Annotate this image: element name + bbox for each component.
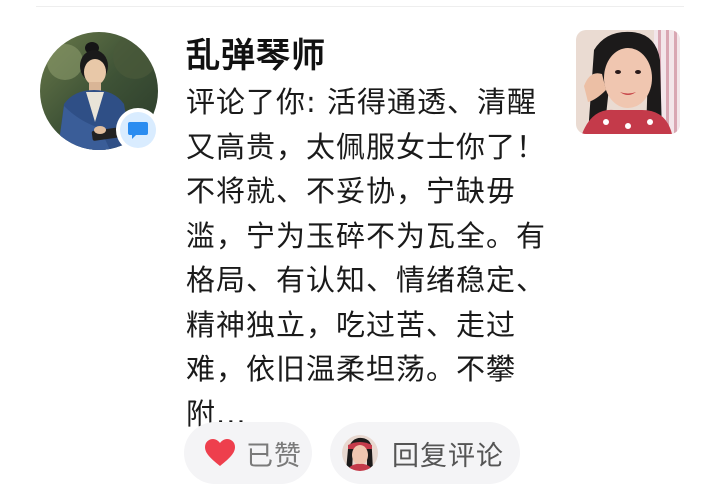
thumbnail-image (576, 30, 680, 134)
divider (36, 6, 684, 7)
avatar-container[interactable] (40, 32, 160, 152)
like-label: 已赞 (246, 440, 302, 472)
like-button[interactable]: 已赞 (184, 422, 312, 484)
reply-label: 回复评论 (392, 440, 504, 472)
user-avatar-icon (342, 435, 378, 471)
notification-card[interactable]: 乱弹琴师 评论了你: 活得通透、清醒又高贵，太佩服女士你了！不将就、不妥协，宁缺… (0, 0, 720, 500)
comment-badge (116, 108, 160, 152)
comment-text[interactable]: 评论了你: 活得通透、清醒又高贵，太佩服女士你了！不将就、不妥协，宁缺毋滥，宁为… (186, 80, 546, 436)
comment-bubble-icon (128, 122, 148, 139)
heart-icon (205, 439, 235, 466)
username[interactable]: 乱弹琴师 (186, 36, 326, 76)
woman-selfie-thumbnail[interactable] (576, 30, 680, 134)
reply-comment-button[interactable]: 回复评论 (330, 422, 520, 484)
